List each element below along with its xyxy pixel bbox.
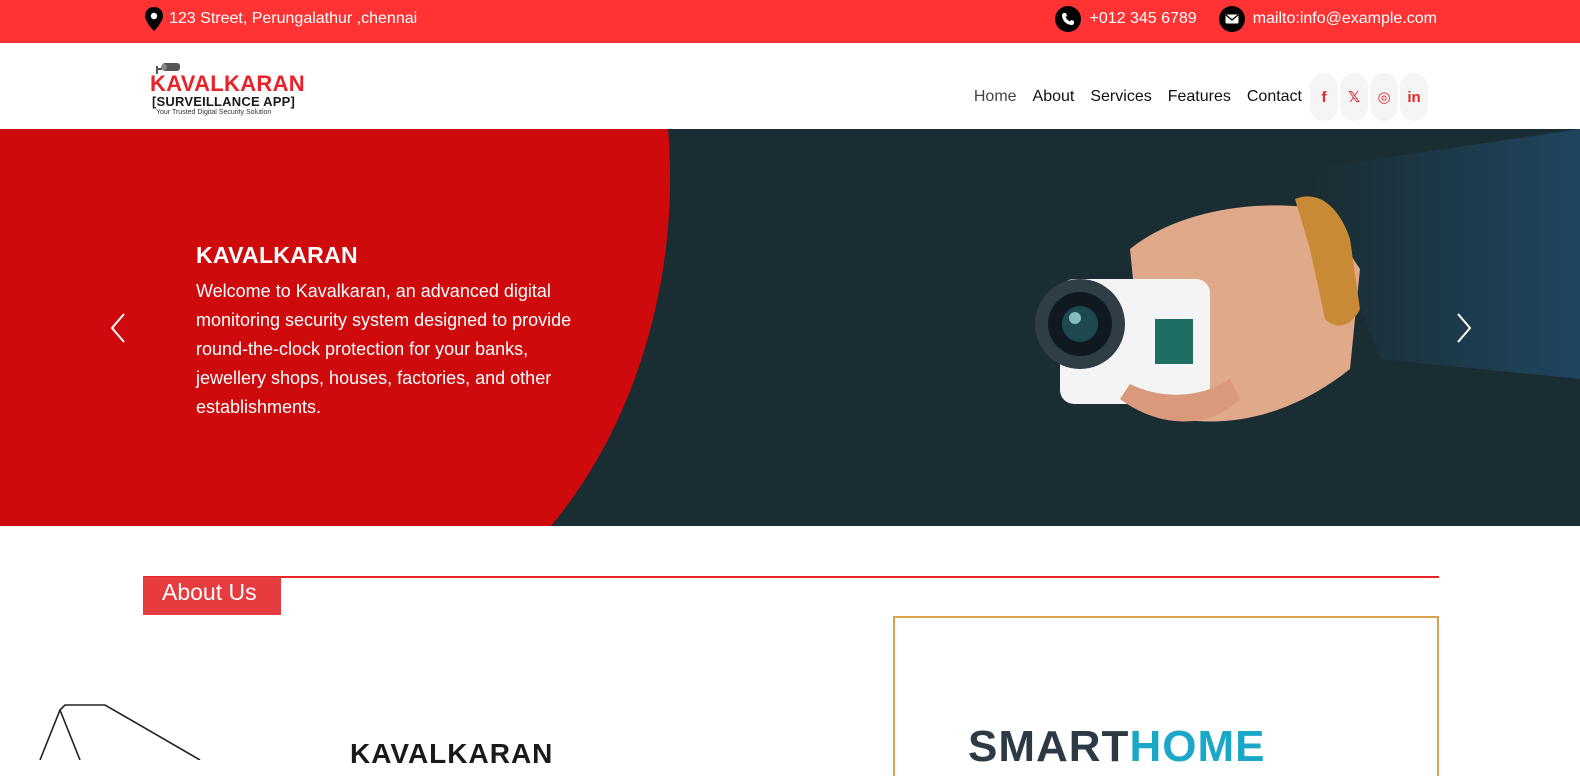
phone-link[interactable]: +012 345 6789: [1089, 6, 1196, 32]
home-text: HOME: [1129, 722, 1266, 771]
social-links: f 𝕏 ◎ in: [1310, 73, 1428, 121]
location-pin-icon: [143, 6, 165, 32]
main-nav: Home About Services Features Contact f 𝕏…: [958, 73, 1428, 121]
logo[interactable]: KAVALKARAN [SURVEILLANCE APP] Your Trust…: [148, 58, 308, 116]
nav-features[interactable]: Features: [1168, 84, 1231, 110]
carousel-prev-icon[interactable]: [106, 311, 130, 345]
contact-block: +012 345 6789 mailto:info@example.com: [1055, 6, 1437, 32]
hero-carousel: KAVALKARAN Welcome to Kavalkaran, an adv…: [0, 129, 1580, 526]
hero-title: KAVALKARAN: [196, 242, 358, 268]
address-block: 123 Street, Perungalathur ,chennai: [143, 6, 417, 32]
x-icon[interactable]: 𝕏: [1340, 73, 1368, 121]
facebook-icon[interactable]: f: [1310, 73, 1338, 121]
about-divider: [143, 576, 1439, 578]
nav-about[interactable]: About: [1033, 84, 1075, 110]
nav-contact[interactable]: Contact: [1247, 84, 1302, 110]
about-heading: About Us: [143, 577, 281, 615]
phone-icon: [1055, 6, 1082, 32]
instagram-icon[interactable]: ◎: [1370, 73, 1398, 121]
logo-tagline: Your Trusted Digital Security Solution: [156, 109, 272, 116]
about-title: KAVALKARAN: [350, 738, 554, 769]
nav-home[interactable]: Home: [974, 84, 1017, 110]
linkedin-icon[interactable]: in: [1400, 73, 1428, 121]
envelope-icon: [1218, 6, 1245, 32]
hero-description: Welcome to Kavalkaran, an advanced digit…: [196, 281, 572, 417]
smart-text: SMART: [968, 722, 1130, 771]
navbar: KAVALKARAN [SURVEILLANCE APP] Your Trust…: [0, 43, 1580, 129]
nav-services[interactable]: Services: [1090, 84, 1151, 110]
email-link[interactable]: mailto:info@example.com: [1253, 6, 1437, 32]
house-sketch-image: [39, 704, 201, 760]
smart-home-image-text: SMARTHOME: [968, 722, 1265, 772]
carousel-next-icon[interactable]: [1452, 311, 1476, 345]
address-text: 123 Street, Perungalathur ,chennai: [169, 10, 418, 27]
logo-subtitle: [SURVEILLANCE APP]: [152, 94, 296, 109]
top-bar: 123 Street, Perungalathur ,chennai +012 …: [0, 0, 1580, 43]
